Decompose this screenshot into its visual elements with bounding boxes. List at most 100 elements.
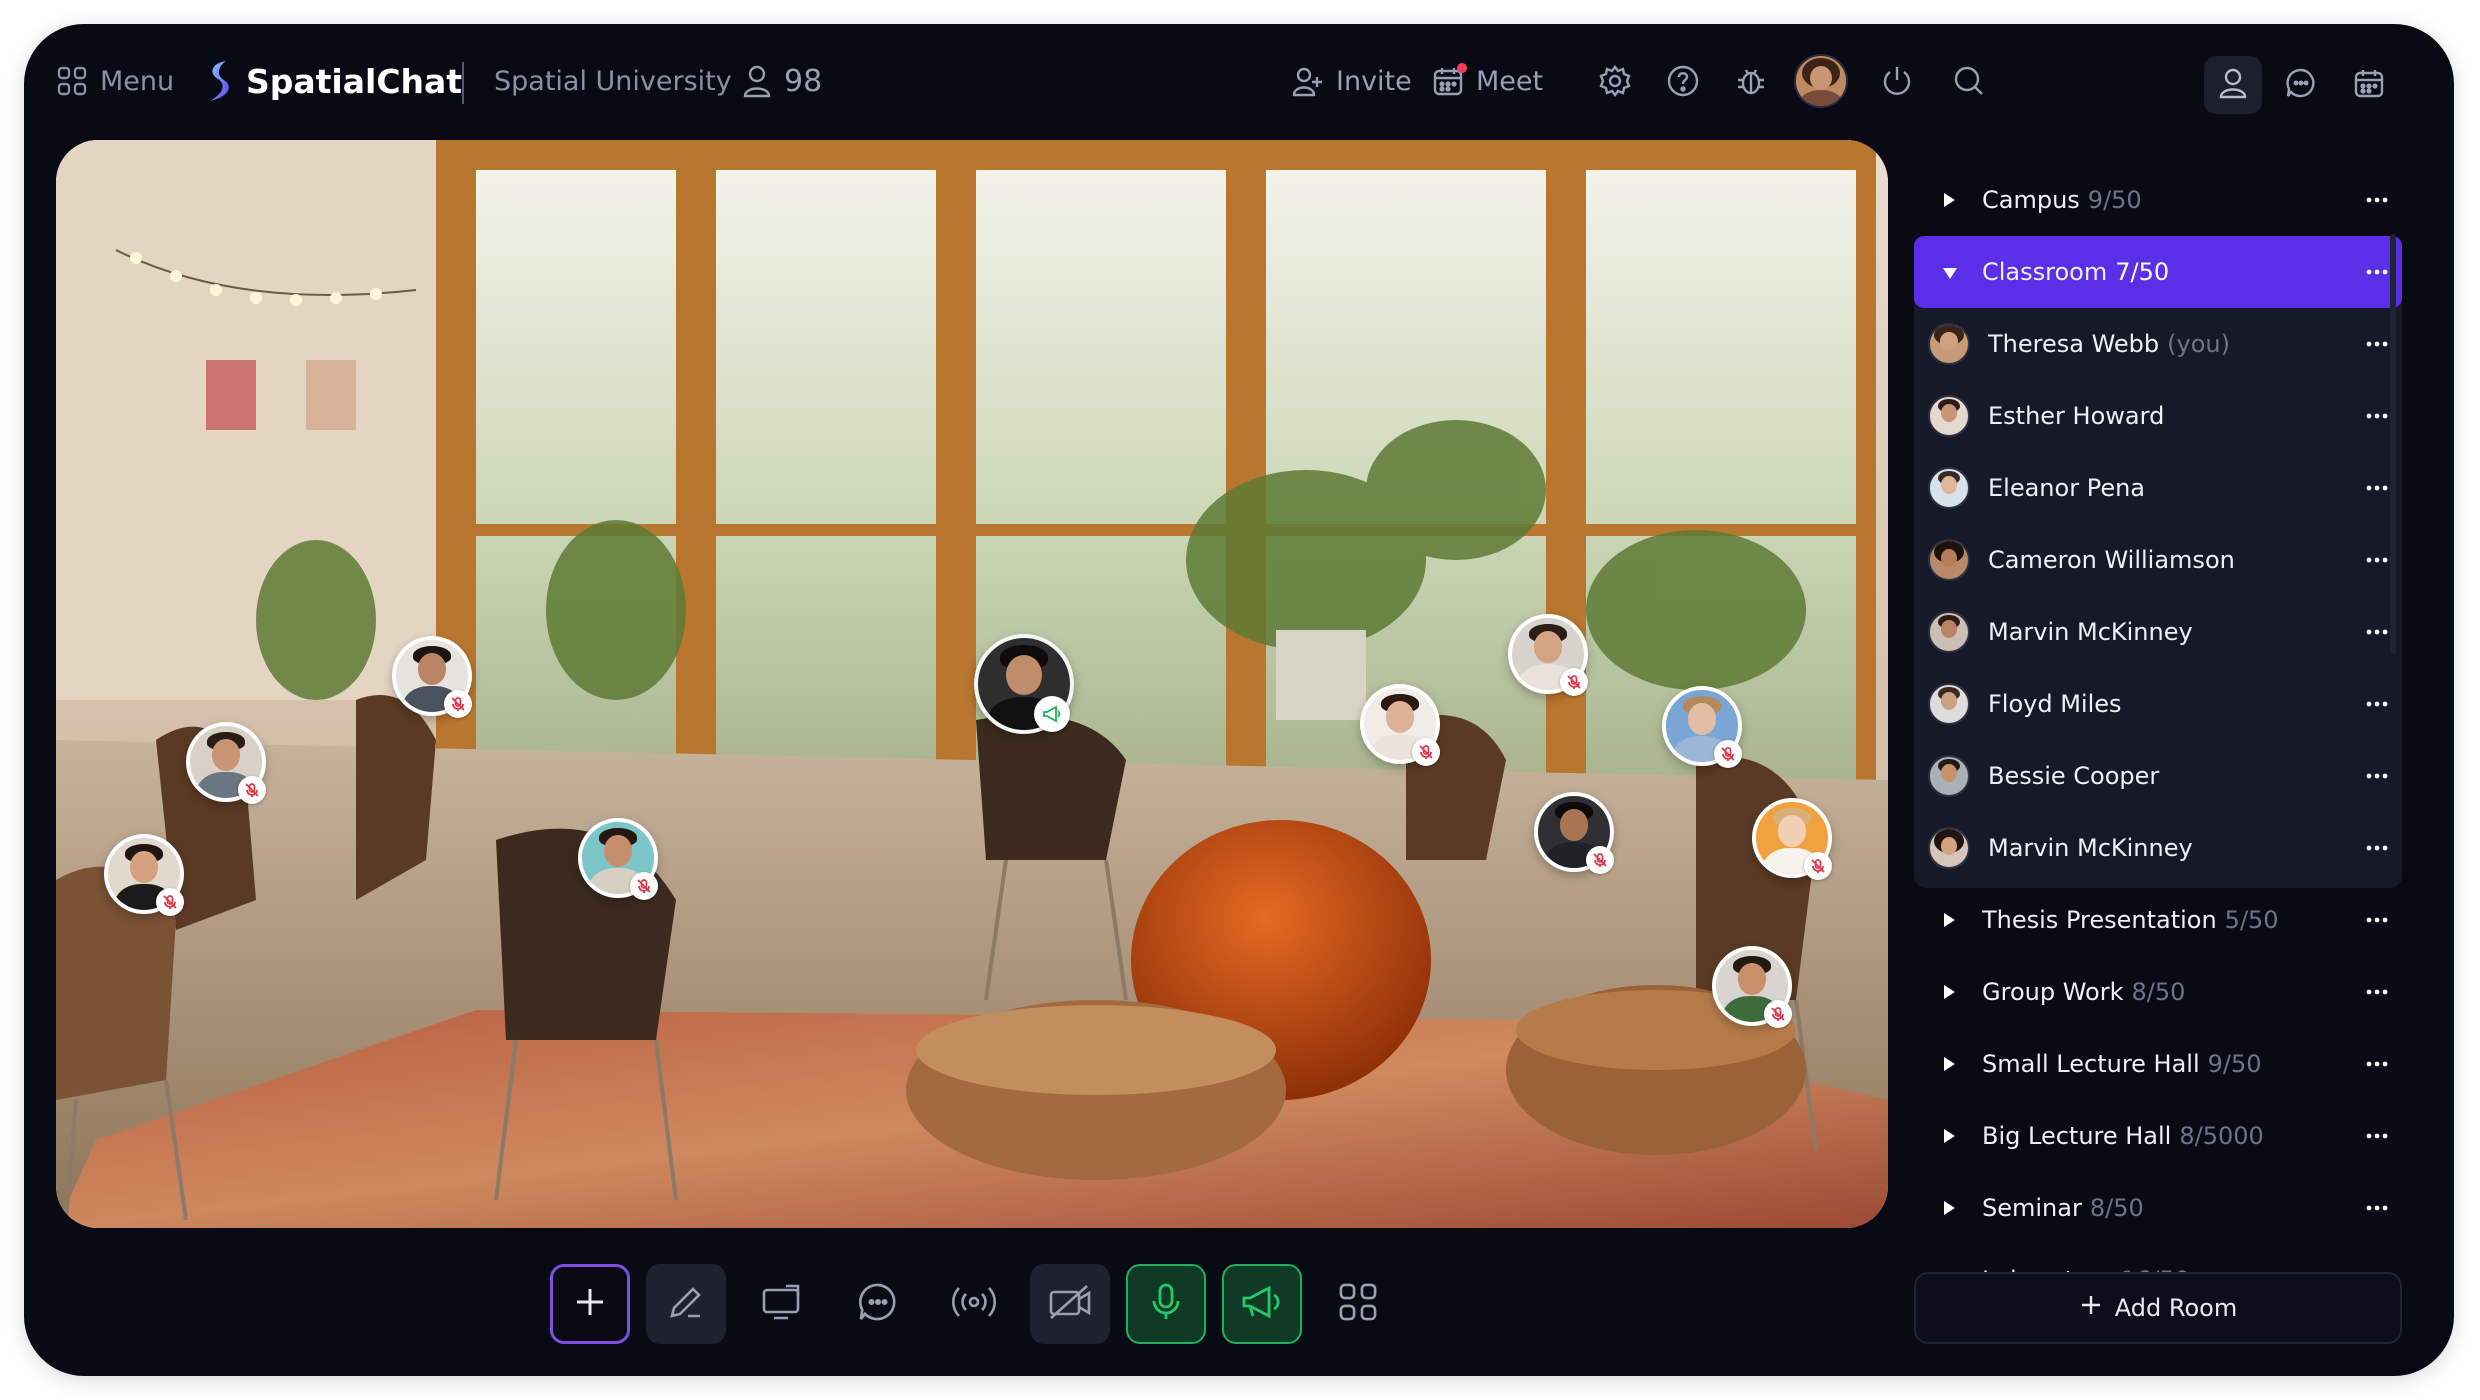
grid-icon	[1337, 1281, 1379, 1327]
chat-button[interactable]	[838, 1264, 918, 1344]
room-item-small-lecture-hall[interactable]: Small Lecture Hall 9/50	[1914, 1028, 2402, 1100]
add-content-button[interactable]	[550, 1264, 630, 1344]
member-item[interactable]: Marvin McKinney	[1914, 596, 2402, 668]
caret-right-icon[interactable]	[1942, 1194, 1956, 1222]
header-divider	[462, 62, 464, 104]
more-options-icon[interactable]	[2366, 762, 2388, 796]
chat-icon	[2285, 67, 2317, 103]
draw-button[interactable]	[646, 1264, 726, 1344]
more-options-icon[interactable]	[2366, 258, 2388, 292]
member-item[interactable]: Marvin McKinney	[1914, 812, 2402, 884]
muted-mic-icon	[1560, 668, 1588, 696]
caret-right-icon[interactable]	[1942, 186, 1956, 214]
avatar	[1928, 539, 1970, 581]
room-item-campus[interactable]: Campus 9/50	[1914, 164, 2402, 236]
sidebar-scrollbar[interactable]	[2390, 234, 2396, 654]
question-icon	[1666, 64, 1700, 98]
room-background-image	[56, 140, 1888, 1228]
tab-members[interactable]	[2204, 56, 2262, 114]
room-item-group-work[interactable]: Group Work 8/50	[1914, 956, 2402, 1028]
camera-toggle-button[interactable]	[1030, 1264, 1110, 1344]
avatar	[1928, 755, 1970, 797]
tab-schedule[interactable]	[2340, 56, 2398, 114]
member-name: Theresa Webb	[1988, 330, 2160, 358]
person-icon	[2218, 67, 2248, 103]
pencil-icon	[666, 1282, 706, 1326]
add-room-button[interactable]: Add Room	[1914, 1272, 2402, 1344]
meet-button[interactable]: Meet	[1432, 54, 1543, 108]
room-name: Group Work	[1982, 978, 2124, 1006]
muted-mic-icon	[1764, 1000, 1792, 1028]
more-options-icon[interactable]	[2366, 618, 2388, 652]
room-capacity: 5/50	[2224, 906, 2279, 934]
more-options-icon[interactable]	[2366, 402, 2388, 436]
member-item[interactable]: Esther Howard	[1914, 380, 2402, 452]
room-item-seminar[interactable]: Seminar 8/50	[1914, 1172, 2402, 1244]
room-capacity: 9/50	[2087, 186, 2142, 214]
room-capacity: 8/50	[2089, 1194, 2144, 1222]
space-name[interactable]: Spatial University	[494, 54, 732, 108]
caret-right-icon[interactable]	[1942, 1050, 1956, 1078]
broadcast-button[interactable]	[934, 1264, 1014, 1344]
meet-label: Meet	[1476, 65, 1544, 97]
more-options-icon[interactable]	[2366, 1122, 2388, 1156]
help-button[interactable]	[1658, 54, 1708, 108]
plus-icon	[2079, 1293, 2103, 1323]
more-options-icon[interactable]	[2366, 1194, 2388, 1228]
more-options-icon[interactable]	[2366, 1050, 2388, 1084]
caret-down-icon[interactable]	[1942, 258, 1957, 286]
member-item[interactable]: Floyd Miles	[1914, 668, 2402, 740]
leave-button[interactable]	[1872, 54, 1922, 108]
room-item-big-lecture-hall[interactable]: Big Lecture Hall 8/5000	[1914, 1100, 2402, 1172]
caret-right-icon[interactable]	[1942, 1122, 1956, 1150]
muted-mic-icon	[238, 776, 266, 804]
menu-button[interactable]: Menu	[56, 54, 174, 108]
screen-share-button[interactable]	[742, 1264, 822, 1344]
gear-icon	[1598, 64, 1632, 98]
invite-button[interactable]: Invite	[1292, 54, 1412, 108]
member-item[interactable]: Theresa Webb (you)	[1914, 308, 2402, 380]
room-canvas[interactable]	[56, 140, 1888, 1228]
caret-right-icon[interactable]	[1942, 906, 1956, 934]
brand-logo[interactable]: SpatialChat	[204, 54, 462, 108]
report-bug-button[interactable]	[1726, 54, 1776, 108]
more-options-icon[interactable]	[2366, 474, 2388, 508]
microphone-button[interactable]	[1126, 1264, 1206, 1344]
room-item-thesis-presentation[interactable]: Thesis Presentation 5/50	[1914, 884, 2402, 956]
participant-count[interactable]: 98	[742, 54, 822, 108]
menu-label: Menu	[100, 65, 175, 97]
member-item[interactable]: Eleanor Pena	[1914, 452, 2402, 524]
search-button[interactable]	[1944, 54, 1994, 108]
more-options-icon[interactable]	[2366, 906, 2388, 940]
search-icon	[1952, 64, 1986, 98]
plus-icon	[571, 1283, 609, 1325]
spatialchat-logo-icon	[204, 59, 234, 103]
room-name: Thesis Presentation	[1982, 906, 2217, 934]
avatar	[1928, 611, 1970, 653]
add-user-icon	[1292, 65, 1324, 97]
user-avatar-button[interactable]	[1794, 54, 1848, 108]
avatar	[1928, 683, 1970, 725]
more-options-icon[interactable]	[2366, 690, 2388, 724]
member-name: Floyd Miles	[1988, 690, 2122, 718]
settings-button[interactable]	[1590, 54, 1640, 108]
more-options-icon[interactable]	[2366, 978, 2388, 1012]
megaphone-icon	[1034, 696, 1070, 732]
room-item-classroom[interactable]: Classroom 7/50	[1914, 236, 2402, 308]
member-name: Eleanor Pena	[1988, 474, 2145, 502]
more-options-icon[interactable]	[2366, 330, 2388, 364]
invite-label: Invite	[1336, 65, 1412, 97]
room-name: Classroom	[1982, 258, 2108, 286]
room-name: Big Lecture Hall	[1982, 1122, 2172, 1150]
room-capacity: 8/5000	[2179, 1122, 2264, 1150]
apps-button[interactable]	[1318, 1264, 1398, 1344]
caret-right-icon[interactable]	[1942, 978, 1956, 1006]
member-item[interactable]: Cameron Williamson	[1914, 524, 2402, 596]
avatar	[1928, 323, 1970, 365]
tab-chat[interactable]	[2272, 56, 2330, 114]
more-options-icon[interactable]	[2366, 834, 2388, 868]
megaphone-button[interactable]	[1222, 1264, 1302, 1344]
member-item[interactable]: Bessie Cooper	[1914, 740, 2402, 812]
more-options-icon[interactable]	[2366, 546, 2388, 580]
more-options-icon[interactable]	[2366, 186, 2388, 220]
